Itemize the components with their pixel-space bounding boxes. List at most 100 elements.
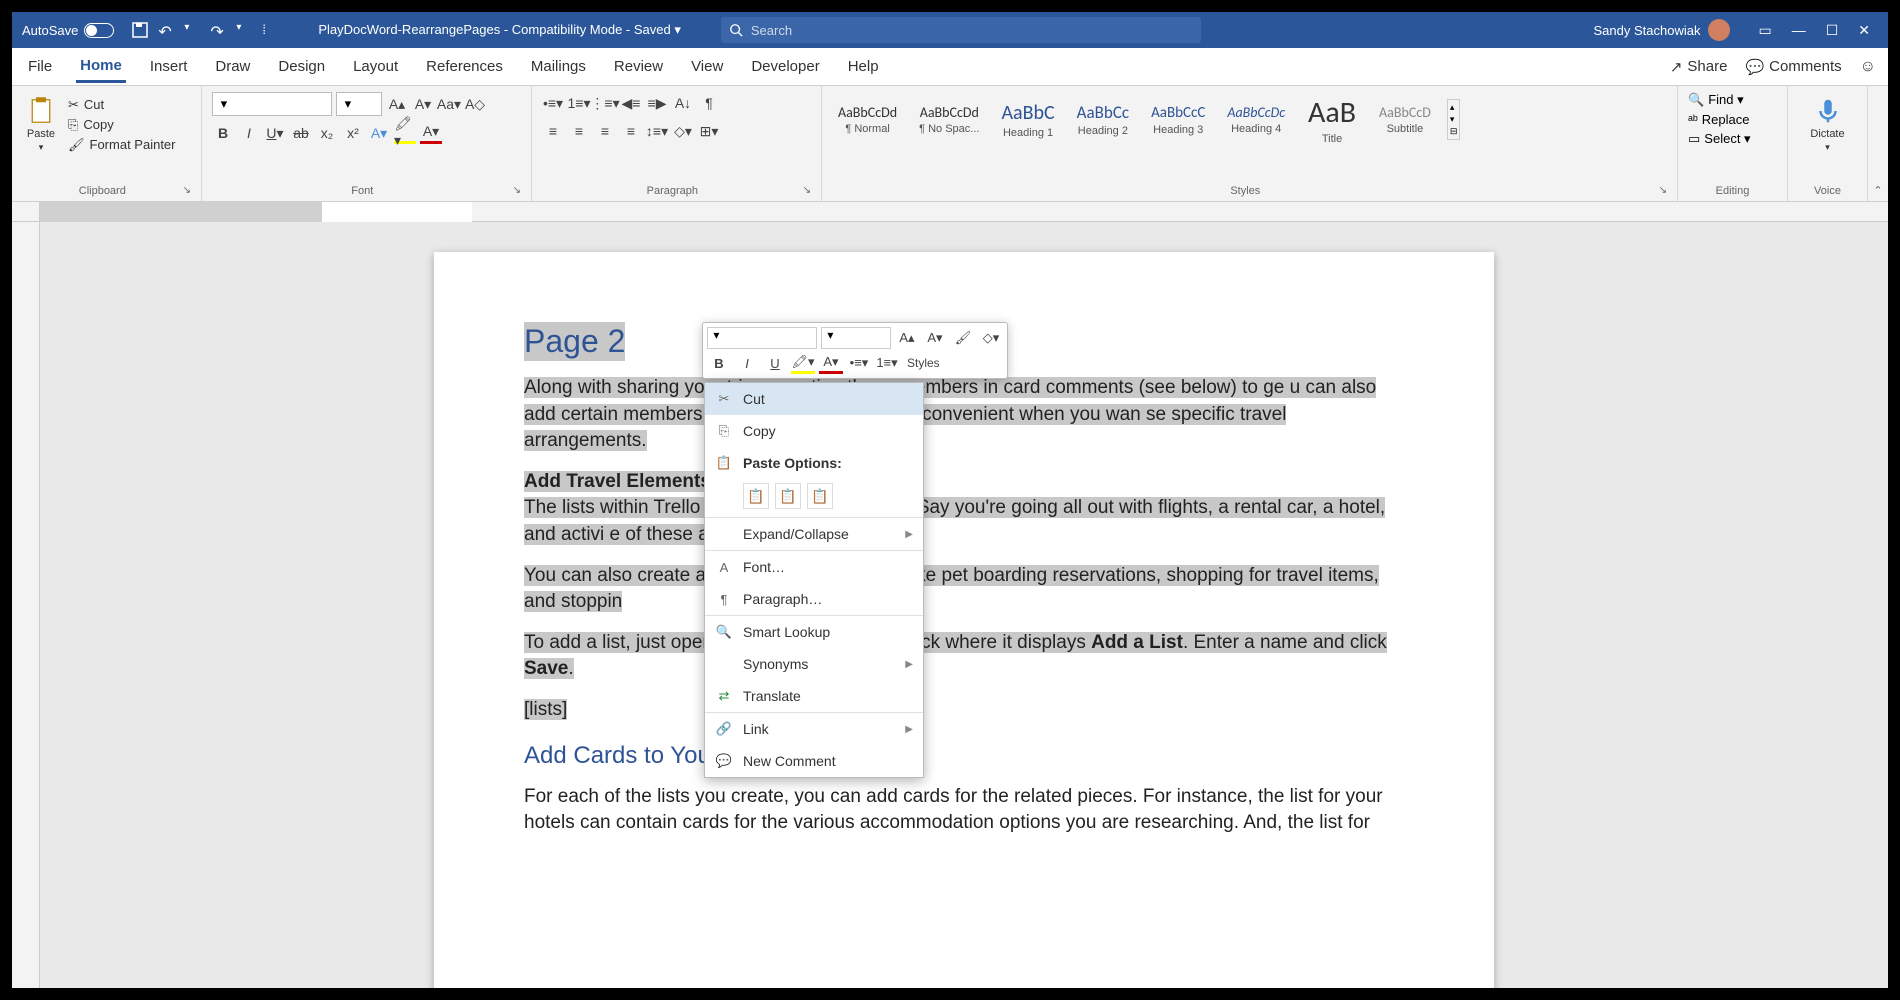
- paste-keep-source-icon[interactable]: 📋: [743, 483, 769, 509]
- menu-font[interactable]: AFont…: [705, 551, 923, 583]
- multilevel-list-icon[interactable]: ⋮≡▾: [594, 92, 616, 114]
- change-case-icon[interactable]: Aa▾: [438, 93, 460, 115]
- text-effects-icon[interactable]: A▾: [368, 122, 390, 144]
- bold-icon[interactable]: B: [212, 122, 234, 144]
- menu-cut[interactable]: ✂Cut: [705, 383, 923, 415]
- italic-icon[interactable]: I: [238, 122, 260, 144]
- tab-file[interactable]: File: [24, 52, 56, 81]
- mini-highlight-icon[interactable]: 🖍▾: [791, 352, 815, 374]
- tab-mailings[interactable]: Mailings: [527, 52, 590, 81]
- clear-format-icon[interactable]: A◇: [464, 93, 486, 115]
- mini-bold-icon[interactable]: B: [707, 352, 731, 374]
- align-center-icon[interactable]: ≡: [568, 120, 590, 142]
- superscript-icon[interactable]: x²: [342, 122, 364, 144]
- mini-italic-icon[interactable]: I: [735, 352, 759, 374]
- menu-copy[interactable]: ⎘Copy: [705, 415, 923, 447]
- borders-icon[interactable]: ⊞▾: [698, 120, 720, 142]
- font-color-icon[interactable]: A▾: [420, 122, 442, 144]
- scissors-icon: ✂: [715, 390, 733, 408]
- collapse-ribbon-icon[interactable]: ⌃: [1873, 184, 1882, 197]
- tab-review[interactable]: Review: [610, 52, 667, 81]
- menu-smart-lookup[interactable]: 🔍Smart Lookup: [705, 616, 923, 648]
- horizontal-ruler[interactable]: [40, 202, 1888, 222]
- menu-new-comment[interactable]: 💬New Comment: [705, 745, 923, 777]
- search-box[interactable]: Search: [721, 17, 1201, 43]
- format-painter-button[interactable]: 🖌Format Painter: [68, 137, 176, 153]
- strike-icon[interactable]: ab: [290, 122, 312, 144]
- user-account[interactable]: Sandy Stachowiak: [1594, 19, 1731, 41]
- mini-grow-font-icon[interactable]: A▴: [895, 327, 919, 349]
- styles-gallery[interactable]: AaBbCcDd¶ Normal AaBbCcDd¶ No Spac... Aa…: [832, 92, 1667, 147]
- group-label-paragraph: Paragraph ↘: [542, 183, 811, 199]
- shrink-font-icon[interactable]: A▾: [412, 93, 434, 115]
- close-icon[interactable]: ✕: [1858, 22, 1870, 39]
- search-icon: [729, 23, 743, 37]
- line-spacing-icon[interactable]: ↕≡▾: [646, 120, 668, 142]
- menu-synonyms[interactable]: Synonyms▶: [705, 648, 923, 680]
- paste-merge-icon[interactable]: 📋: [775, 483, 801, 509]
- underline-icon[interactable]: U▾: [264, 122, 286, 144]
- tab-references[interactable]: References: [422, 52, 507, 81]
- mini-shrink-font-icon[interactable]: A▾: [923, 327, 947, 349]
- sort-icon[interactable]: A↓: [672, 92, 694, 114]
- justify-icon[interactable]: ≡: [620, 120, 642, 142]
- number-list-icon[interactable]: 1≡▾: [568, 92, 590, 114]
- indent-icon[interactable]: ≡▶: [646, 92, 668, 114]
- menu-translate[interactable]: ⇄Translate: [705, 680, 923, 712]
- mini-font-name[interactable]: ▾: [707, 327, 817, 349]
- tab-layout[interactable]: Layout: [349, 52, 402, 81]
- mini-numbers-icon[interactable]: 1≡▾: [875, 352, 899, 374]
- align-right-icon[interactable]: ≡: [594, 120, 616, 142]
- undo-icon[interactable]: ↶: [158, 22, 174, 38]
- replace-button[interactable]: ᵃᵇReplace: [1688, 112, 1777, 127]
- maximize-icon[interactable]: ☐: [1826, 22, 1839, 39]
- menu-link[interactable]: 🔗Link▶: [705, 713, 923, 745]
- share-button[interactable]: ↗Share: [1670, 58, 1728, 76]
- show-marks-icon[interactable]: ¶: [698, 92, 720, 114]
- mini-underline-icon[interactable]: U: [763, 352, 787, 374]
- bullet-list-icon[interactable]: •≡▾: [542, 92, 564, 114]
- save-icon[interactable]: [132, 22, 148, 38]
- tab-insert[interactable]: Insert: [146, 52, 192, 81]
- mini-font-color-icon[interactable]: A▾: [819, 352, 843, 374]
- vertical-ruler[interactable]: [12, 222, 40, 988]
- brush-icon: 🖌: [68, 137, 85, 153]
- subscript-icon[interactable]: x₂: [316, 122, 338, 144]
- paste-button[interactable]: Paste▾: [22, 92, 60, 157]
- share-icon: ↗: [1670, 58, 1683, 76]
- menu-paste-options-label: 📋Paste Options:: [705, 447, 923, 479]
- mini-font-size[interactable]: ▾: [821, 327, 891, 349]
- find-button[interactable]: 🔍Find ▾: [1688, 92, 1777, 108]
- grow-font-icon[interactable]: A▴: [386, 93, 408, 115]
- mini-styles-button[interactable]: Styles: [903, 352, 944, 374]
- comment-icon: 💬: [1745, 58, 1764, 76]
- mini-bullets-icon[interactable]: •≡▾: [847, 352, 871, 374]
- autosave-toggle[interactable]: AutoSave: [22, 23, 114, 38]
- dictate-button[interactable]: Dictate▾: [1798, 92, 1857, 157]
- smiley-icon[interactable]: ☺: [1860, 58, 1876, 76]
- minimize-icon[interactable]: —: [1792, 22, 1806, 39]
- highlight-icon[interactable]: 🖍▾: [394, 122, 416, 144]
- mini-format-painter-icon[interactable]: 🖌: [951, 327, 975, 349]
- comments-button[interactable]: 💬Comments: [1745, 58, 1841, 76]
- tab-draw[interactable]: Draw: [211, 52, 254, 81]
- tab-developer[interactable]: Developer: [747, 52, 823, 81]
- tab-help[interactable]: Help: [844, 52, 883, 81]
- tab-design[interactable]: Design: [274, 52, 329, 81]
- menu-paragraph[interactable]: ¶Paragraph…: [705, 583, 923, 615]
- mini-clear-icon[interactable]: ◇▾: [979, 327, 1003, 349]
- tab-view[interactable]: View: [687, 52, 727, 81]
- copy-button[interactable]: ⎘Copy: [68, 117, 176, 133]
- tab-home[interactable]: Home: [76, 51, 126, 83]
- menu-expand-collapse[interactable]: Expand/Collapse▶: [705, 518, 923, 550]
- shading-icon[interactable]: ◇▾: [672, 120, 694, 142]
- select-button[interactable]: ▭Select ▾: [1688, 131, 1777, 147]
- font-name-input[interactable]: ▾: [212, 92, 332, 116]
- redo-icon[interactable]: ↷: [210, 22, 226, 38]
- paste-text-only-icon[interactable]: 📋: [807, 483, 833, 509]
- align-left-icon[interactable]: ≡: [542, 120, 564, 142]
- ribbon-display-icon[interactable]: ▭: [1758, 22, 1771, 39]
- cut-button[interactable]: ✂Cut: [68, 97, 176, 113]
- font-size-input[interactable]: ▾: [336, 92, 382, 116]
- outdent-icon[interactable]: ◀≡: [620, 92, 642, 114]
